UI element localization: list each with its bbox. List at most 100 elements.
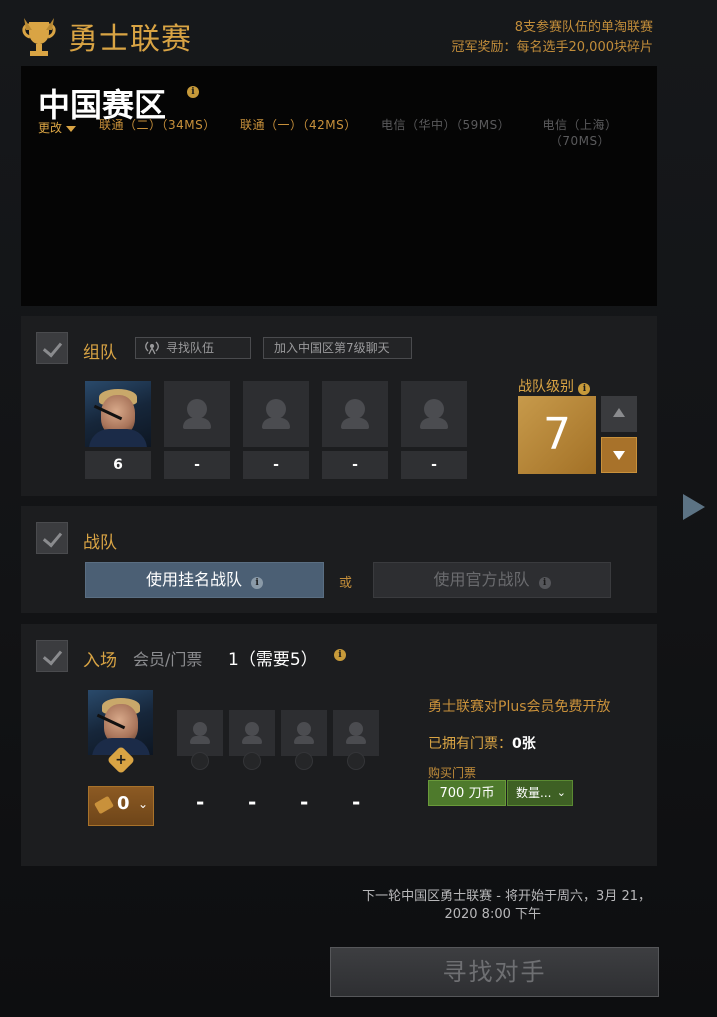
plus-membership-icon: + bbox=[106, 745, 136, 775]
party-member-avatar[interactable] bbox=[85, 381, 151, 447]
find-match-button[interactable]: 寻找对手 bbox=[330, 947, 659, 997]
user-placeholder-body bbox=[346, 736, 366, 744]
empty-entry-slot[interactable] bbox=[281, 710, 327, 756]
find-team-label: 寻找队伍 bbox=[166, 341, 215, 355]
user-placeholder-icon bbox=[245, 722, 259, 736]
empty-entry-slot[interactable] bbox=[333, 710, 379, 756]
entry-checkbox[interactable] bbox=[36, 640, 68, 672]
use-official-team-label: 使用官方战队 bbox=[433, 570, 530, 589]
use-registered-team-button[interactable]: 使用挂名战队 i bbox=[85, 562, 324, 598]
empty-party-slot[interactable] bbox=[243, 381, 309, 447]
owned-tickets-label: 已拥有门票： bbox=[428, 736, 512, 752]
user-placeholder-body bbox=[183, 418, 211, 429]
chevron-down-icon: ⌄ bbox=[138, 797, 149, 811]
server-unicom-1[interactable]: 联通（一）（42MS） bbox=[240, 117, 357, 133]
change-label: 更改 bbox=[38, 121, 63, 135]
next-round-line2: 2020 8:00 下午 bbox=[444, 907, 541, 922]
slot-rank: - bbox=[164, 451, 230, 479]
slot-rank: 6 bbox=[85, 451, 151, 479]
quantity-dropdown[interactable]: 数量... ⌄ bbox=[507, 780, 573, 806]
party-title: 组队 bbox=[83, 343, 117, 363]
user-placeholder-body bbox=[420, 418, 448, 429]
league-reward: 冠军奖励：每名选手20,000块碎片 bbox=[451, 40, 654, 55]
change-region-button[interactable]: 更改 bbox=[38, 119, 77, 136]
ticket-count: 0 bbox=[117, 793, 130, 814]
party-checkbox[interactable] bbox=[36, 332, 68, 364]
use-official-team-button[interactable]: 使用官方战队 i bbox=[373, 562, 611, 598]
team-level-label-text: 战队级别 bbox=[518, 379, 574, 395]
buy-ticket-label: 购买门票 bbox=[428, 766, 477, 780]
server-telecom-shanghai[interactable]: 电信（上海） （70MS） bbox=[535, 117, 625, 149]
user-placeholder-body bbox=[242, 736, 262, 744]
level-up-button[interactable] bbox=[601, 396, 637, 432]
server-telecom-central[interactable]: 电信（华中）（59MS） bbox=[381, 117, 510, 133]
slot-ticket-count: - bbox=[248, 790, 257, 814]
user-placeholder-icon bbox=[424, 399, 444, 419]
or-label: 或 bbox=[339, 576, 353, 591]
plus-glyph: + bbox=[115, 752, 127, 768]
entry-panel: 入场 会员/门票 1（需要5） i + 0 ⌄ - - - - 勇士联赛对Plu… bbox=[21, 624, 657, 866]
info-icon: i bbox=[538, 577, 551, 589]
ticket-icon bbox=[94, 795, 114, 815]
info-icon[interactable]: i bbox=[187, 86, 199, 98]
join-chat-button[interactable]: 加入中国区第7级聊天 bbox=[263, 337, 412, 359]
team-level-label: 战队级别 i bbox=[518, 376, 591, 396]
server-unicom-2[interactable]: 联通（二）（34MS） bbox=[99, 117, 216, 133]
page-title: 勇士联赛 bbox=[68, 22, 192, 57]
plus-free-notice: 勇士联赛对Plus会员免费开放 bbox=[428, 699, 611, 715]
user-placeholder-icon bbox=[193, 722, 207, 736]
trophy-icon bbox=[22, 18, 56, 56]
empty-party-slot[interactable] bbox=[164, 381, 230, 447]
user-placeholder-body bbox=[190, 736, 210, 744]
user-placeholder-icon bbox=[187, 399, 207, 419]
info-icon[interactable]: i bbox=[578, 383, 591, 395]
speaker-icon bbox=[347, 752, 365, 770]
slot-rank: - bbox=[243, 451, 309, 479]
broadcast-icon bbox=[145, 341, 159, 355]
speaker-icon bbox=[243, 752, 261, 770]
empty-party-slot[interactable] bbox=[322, 381, 388, 447]
entry-count: 1（需要5） bbox=[228, 650, 318, 670]
league-lobby: 勇士联赛 8支参赛队伍的单淘联赛 冠军奖励：每名选手20,000块碎片 中国赛区… bbox=[0, 0, 717, 1017]
find-team-button[interactable]: 寻找队伍 bbox=[135, 337, 251, 359]
entry-subtitle: 会员/门票 bbox=[133, 650, 203, 669]
speaker-icon bbox=[295, 752, 313, 770]
user-placeholder-icon bbox=[297, 722, 311, 736]
slot-ticket-count: - bbox=[300, 790, 309, 814]
info-icon[interactable]: i bbox=[334, 649, 346, 661]
team-checkbox[interactable] bbox=[36, 522, 68, 554]
avatar-shirt bbox=[89, 429, 147, 447]
empty-party-slot[interactable] bbox=[401, 381, 467, 447]
info-icon: i bbox=[251, 577, 264, 589]
league-info: 8支参赛队伍的单淘联赛 冠军奖励：每名选手20,000块碎片 bbox=[452, 18, 654, 58]
server-telecom-shanghai-label: 电信（上海） bbox=[542, 118, 618, 132]
level-down-button[interactable] bbox=[601, 437, 637, 473]
slot-ticket-count: - bbox=[352, 790, 361, 814]
user-placeholder-body bbox=[341, 418, 369, 429]
speaker-icon bbox=[191, 752, 209, 770]
owned-tickets: 已拥有门票：0张 bbox=[428, 733, 536, 753]
caret-down-icon bbox=[66, 125, 77, 132]
ticket-selector[interactable]: 0 ⌄ bbox=[88, 786, 154, 826]
user-placeholder-icon bbox=[345, 399, 365, 419]
quantity-label: 数量... bbox=[516, 786, 552, 800]
server-telecom-shanghai-ping: （70MS） bbox=[549, 134, 611, 148]
slot-rank: - bbox=[322, 451, 388, 479]
party-panel: 组队 寻找队伍 加入中国区第7级聊天 6 - - - - 战队级别 i 7 bbox=[21, 316, 657, 496]
region-panel: 中国赛区 i 更改 联通（二）（34MS） 联通（一）（42MS） 电信（华中）… bbox=[21, 66, 657, 306]
next-round-line1: 下一轮中国区勇士联赛 - 将开始于周六，3月 21， bbox=[362, 889, 651, 904]
league-format: 8支参赛队伍的单淘联赛 bbox=[514, 20, 653, 35]
user-placeholder-icon bbox=[349, 722, 363, 736]
user-placeholder-body bbox=[294, 736, 314, 744]
slot-ticket-count: - bbox=[196, 790, 205, 814]
next-page-arrow-icon[interactable] bbox=[683, 494, 705, 520]
use-registered-team-label: 使用挂名战队 bbox=[145, 570, 242, 589]
entry-member-avatar[interactable] bbox=[88, 690, 153, 755]
user-placeholder-body bbox=[262, 418, 290, 429]
team-panel: 战队 使用挂名战队 i 或 使用官方战队 i bbox=[21, 506, 657, 613]
empty-entry-slot[interactable] bbox=[229, 710, 275, 756]
buy-ticket-button[interactable]: 700 刀币 bbox=[428, 780, 506, 806]
team-title: 战队 bbox=[83, 533, 117, 553]
empty-entry-slot[interactable] bbox=[177, 710, 223, 756]
team-level-value: 7 bbox=[518, 396, 596, 474]
